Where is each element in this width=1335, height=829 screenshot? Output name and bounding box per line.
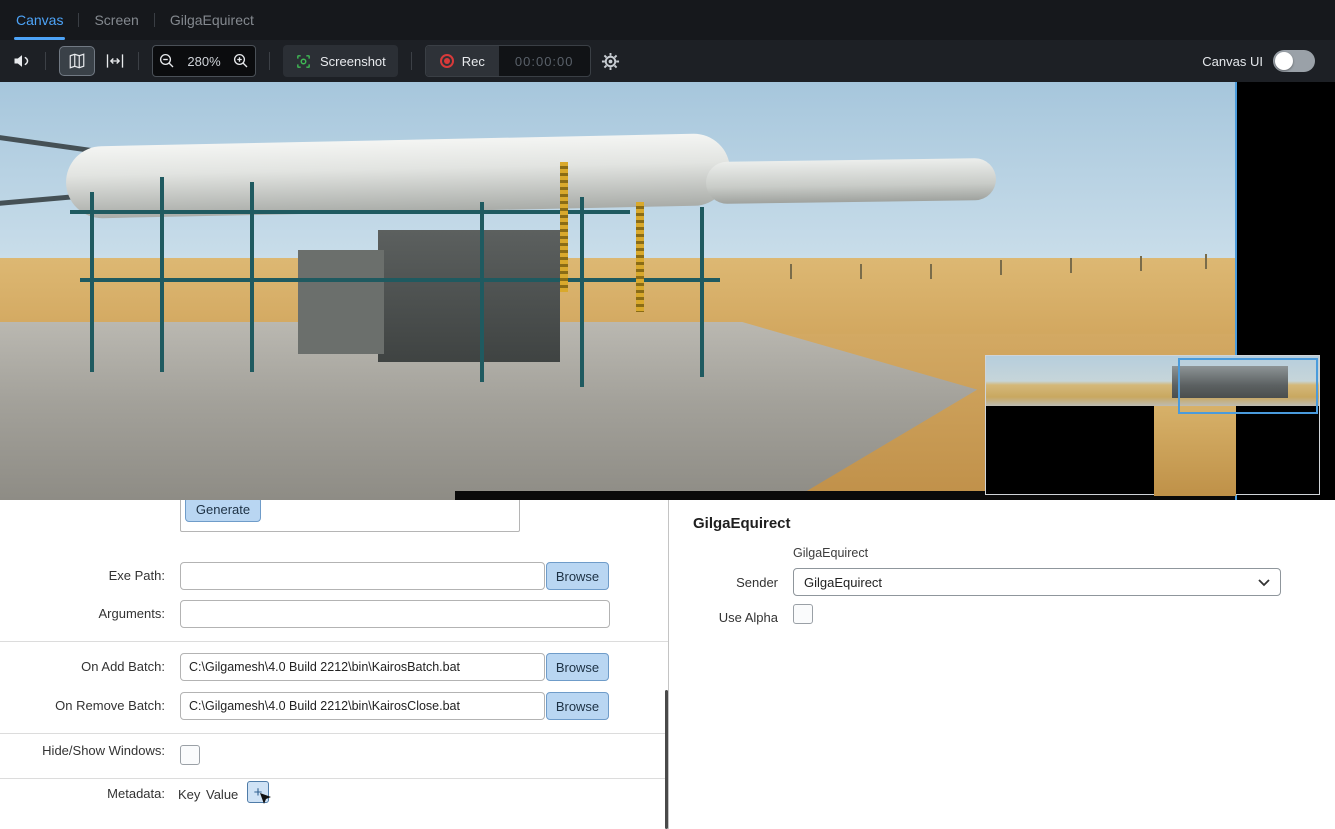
on-add-batch-browse-button[interactable]: Browse <box>546 653 609 681</box>
tab-gilgaequirect[interactable]: GilgaEquirect <box>168 0 256 40</box>
screenshot-label: Screenshot <box>320 54 386 69</box>
scene-truss-post <box>90 192 94 372</box>
scene-truss-post <box>160 177 164 372</box>
metadata-label: Metadata: <box>5 784 165 804</box>
equirect-minimap[interactable] <box>985 355 1320 495</box>
scene-ladder <box>636 202 644 312</box>
scene-ladder <box>560 162 568 292</box>
settings-gear-icon[interactable] <box>601 52 620 71</box>
arguments-input[interactable] <box>180 600 610 628</box>
scene-tank-cylinder <box>65 133 730 219</box>
screenshot-button[interactable]: Screenshot <box>283 45 398 77</box>
chevron-down-icon <box>1258 575 1270 590</box>
on-add-batch-label: On Add Batch: <box>5 653 165 681</box>
record-button[interactable]: Rec <box>426 46 499 76</box>
left-panel-scrollbar[interactable] <box>665 690 668 829</box>
tab-canvas[interactable]: Canvas <box>14 0 65 40</box>
exe-path-label: Exe Path: <box>5 562 165 590</box>
scene-equipment-box <box>378 230 560 362</box>
toolbar-separator <box>269 52 270 70</box>
on-remove-batch-label: On Remove Batch: <box>5 692 165 720</box>
scene-tank-cylinder-end <box>706 158 997 204</box>
sender-select[interactable]: GilgaEquirect <box>793 568 1281 596</box>
cursor-icon <box>259 792 272 810</box>
settings-panels: Generate Exe Path: Browse Arguments: On … <box>0 500 1335 829</box>
fit-width-icon[interactable] <box>105 51 125 71</box>
hide-show-windows-checkbox[interactable] <box>180 745 200 765</box>
record-control-group: Rec 00:00:00 <box>425 45 591 77</box>
tab-separator <box>78 13 79 27</box>
tab-separator <box>154 13 155 27</box>
canvas-ui-toggle-group: Canvas UI <box>1202 50 1323 72</box>
scene-fence-post <box>790 264 792 279</box>
exe-path-browse-button[interactable]: Browse <box>546 562 609 590</box>
section-divider <box>0 641 668 642</box>
scene-truss-beam <box>70 210 630 214</box>
tab-screen[interactable]: Screen <box>92 0 140 40</box>
toolbar-separator <box>138 52 139 70</box>
sender-select-value: GilgaEquirect <box>804 575 882 590</box>
screenshot-camera-icon <box>295 53 312 70</box>
scene-fence-post <box>1140 256 1142 271</box>
scene-fence-post <box>930 264 932 279</box>
on-remove-batch-input[interactable] <box>180 692 545 720</box>
scene-truss-post <box>700 207 704 377</box>
exe-path-input[interactable] <box>180 562 545 590</box>
section-divider <box>0 733 668 734</box>
scene-fence-post <box>1000 260 1002 275</box>
sender-field-caption: GilgaEquirect <box>793 546 868 560</box>
scene-truss-post <box>480 202 484 382</box>
canvas-ui-label: Canvas UI <box>1202 54 1263 69</box>
right-panel-title: GilgaEquirect <box>693 515 791 532</box>
toolbar-separator <box>45 52 46 70</box>
arguments-label: Arguments: <box>5 600 165 628</box>
sender-label: Sender <box>698 575 778 590</box>
on-remove-batch-browse-button[interactable]: Browse <box>546 692 609 720</box>
scene-fence-post <box>1070 258 1072 273</box>
on-add-batch-input[interactable] <box>180 653 545 681</box>
generate-button[interactable]: Generate <box>185 500 261 522</box>
toolbar-separator <box>411 52 412 70</box>
hide-show-windows-label: Hide/Show Windows: <box>5 741 165 761</box>
zoom-level-value: 280% <box>181 54 227 69</box>
map-view-button[interactable] <box>59 46 95 76</box>
canvas-ui-toggle[interactable] <box>1273 50 1315 72</box>
scene-fence-post <box>1205 254 1207 269</box>
render-viewport[interactable] <box>0 82 1335 500</box>
scene-truss-post <box>580 197 584 387</box>
minimap-selection-rect[interactable] <box>1178 358 1318 414</box>
zoom-control-group: 280% <box>152 45 256 77</box>
metadata-key-label: Key <box>178 785 200 805</box>
record-label: Rec <box>462 54 485 69</box>
toggle-knob <box>1275 52 1293 70</box>
speaker-icon[interactable] <box>12 51 32 71</box>
record-icon <box>440 54 454 68</box>
zoom-in-button[interactable] <box>232 52 250 70</box>
scene-truss-beam <box>80 278 720 282</box>
use-alpha-label: Use Alpha <box>698 610 778 625</box>
top-tab-bar: Canvas Screen GilgaEquirect <box>0 0 1335 40</box>
scene-fence-post <box>860 264 862 279</box>
section-divider <box>0 778 668 779</box>
main-toolbar: 280% Screenshot Rec 00:00:00 Canvas UI <box>0 40 1335 82</box>
zoom-out-button[interactable] <box>158 52 176 70</box>
panel-divider <box>668 500 669 829</box>
metadata-value-label: Value <box>206 785 238 805</box>
use-alpha-checkbox[interactable] <box>793 604 813 624</box>
minimap-sand-column <box>1154 406 1236 496</box>
scene-equipment-box <box>298 250 384 354</box>
record-timer: 00:00:00 <box>499 54 590 69</box>
